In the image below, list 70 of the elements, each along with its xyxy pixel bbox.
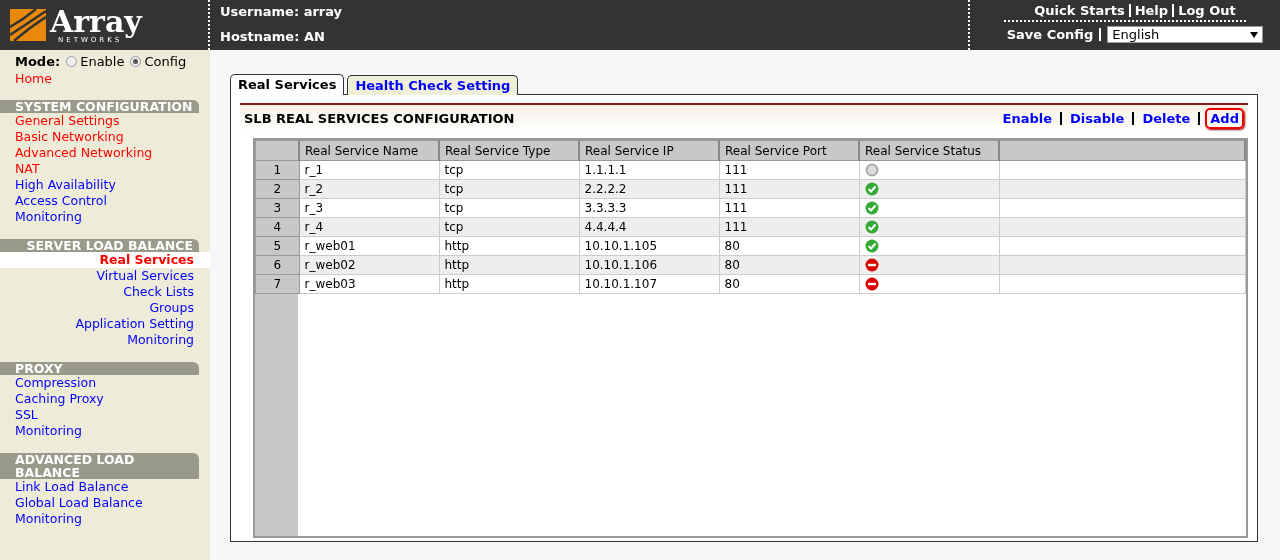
section-header: SERVER LOAD BALANCE <box>0 239 199 252</box>
check-icon <box>864 220 879 235</box>
sidebar-item[interactable]: Monitoring <box>0 423 210 439</box>
table-cell: r_1 <box>299 160 439 180</box>
hostname-label: Hostname: AN <box>220 29 326 44</box>
check-icon <box>864 182 879 197</box>
table-cell: tcp <box>439 160 579 180</box>
header-link[interactable]: Help <box>1134 3 1169 18</box>
panel-title: SLB REAL SERVICES CONFIGURATION <box>244 111 515 126</box>
table-cell: tcp <box>439 198 579 218</box>
table-cell: 3.3.3.3 <box>579 198 719 218</box>
sidebar-item[interactable]: Monitoring <box>0 511 210 527</box>
table-cell: 111 <box>719 198 859 218</box>
header-link[interactable]: Log Out <box>1178 3 1236 18</box>
sidebar-item[interactable]: SSL <box>0 407 210 423</box>
sidebar-item[interactable]: Virtual Services <box>0 268 210 284</box>
table-cell: 80 <box>719 236 859 256</box>
save-config-link[interactable]: Save Config <box>1006 27 1094 42</box>
sidebar-item[interactable]: Global Load Balance <box>0 495 210 511</box>
tab[interactable]: Health Check Setting <box>347 75 519 95</box>
radio-button[interactable] <box>130 56 142 67</box>
language-dropdown[interactable]: English <box>1107 26 1264 43</box>
sidebar-item[interactable]: Monitoring <box>0 209 210 225</box>
minus-icon <box>864 277 879 292</box>
radio-label[interactable]: Enable <box>80 54 125 69</box>
section-header: ADVANCED LOAD BALANCE <box>0 453 199 479</box>
logo-wordmark: Array <box>50 6 142 37</box>
table-cell: http <box>439 236 579 256</box>
column-header[interactable]: Real Service Name <box>299 140 439 161</box>
check-icon <box>864 201 879 216</box>
sidebar-item[interactable]: Groups <box>0 300 210 316</box>
tab[interactable]: Real Services <box>230 74 345 95</box>
section-header: PROXY <box>0 362 199 375</box>
table-cell: 111 <box>719 160 859 180</box>
sidebar-item[interactable]: Real Services <box>0 252 210 268</box>
sidebar-item[interactable]: Monitoring <box>0 332 210 348</box>
action-link[interactable]: Disable <box>1067 110 1128 127</box>
column-header[interactable]: Real Service Status <box>859 140 999 161</box>
minus-icon <box>864 258 879 273</box>
table-cell: r_web01 <box>299 236 439 256</box>
sidebar-item[interactable]: Check Lists <box>0 284 210 300</box>
column-header[interactable]: Real Service Port <box>719 140 859 161</box>
table-cell: 10.10.1.105 <box>579 236 719 256</box>
sidebar-item[interactable]: Compression <box>0 375 210 391</box>
sidebar-item[interactable]: Caching Proxy <box>0 391 210 407</box>
sidebar-item[interactable]: Access Control <box>0 193 210 209</box>
table-cell: 1.1.1.1 <box>579 160 719 180</box>
mode-label: Mode: <box>15 54 61 69</box>
table-cell: http <box>439 274 579 294</box>
action-link[interactable]: Delete <box>1139 110 1194 127</box>
column-header[interactable]: Real Service Type <box>439 140 579 161</box>
section-header: SYSTEM CONFIGURATION <box>0 100 199 113</box>
sidebar-item[interactable]: High Availability <box>0 177 210 193</box>
table-cell: 10.10.1.107 <box>579 274 719 294</box>
sidebar-item[interactable]: Link Load Balance <box>0 479 210 495</box>
table-cell: r_web03 <box>299 274 439 294</box>
check-icon <box>864 239 879 254</box>
column-header[interactable]: Real Service IP <box>579 140 719 161</box>
action-link[interactable]: Add <box>1205 108 1244 129</box>
radio-label[interactable]: Config <box>144 54 187 69</box>
sidebar-item[interactable]: Application Setting <box>0 316 210 332</box>
header-link[interactable]: Quick Starts <box>1034 3 1125 18</box>
radio-button[interactable] <box>66 56 78 67</box>
action-link[interactable]: Enable <box>999 110 1056 127</box>
username-label: Username: array <box>220 4 344 19</box>
dropdown-arrow-icon <box>1250 31 1259 38</box>
table-cell: 80 <box>719 274 859 294</box>
table-cell: r_3 <box>299 198 439 218</box>
dot-icon <box>864 163 879 178</box>
logo-icon <box>10 9 46 41</box>
